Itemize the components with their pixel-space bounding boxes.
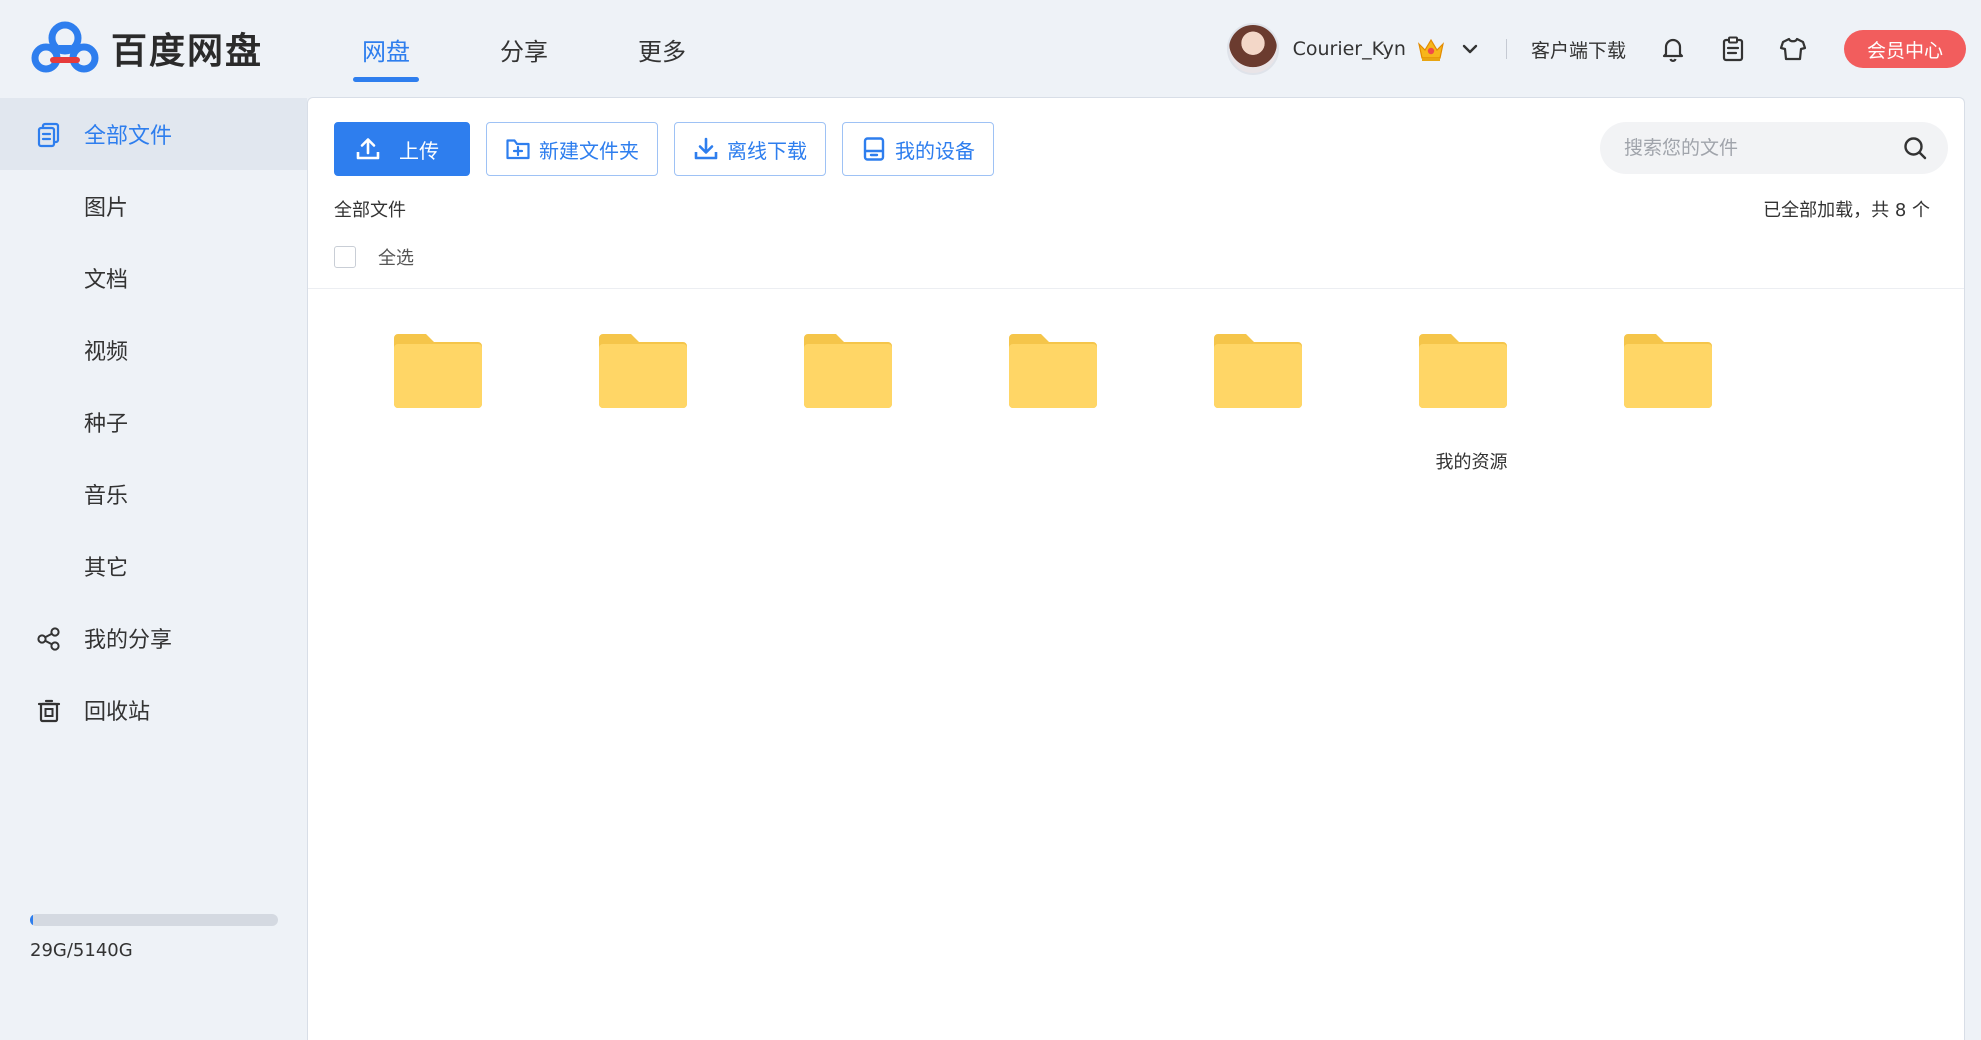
folder-name: 我的资源 — [1435, 452, 1508, 473]
sidebar-item-label: 我的分享 — [84, 628, 173, 653]
vip-crown-icon — [1417, 38, 1444, 61]
select-all-checkbox[interactable] — [334, 246, 356, 268]
sidebar-item-recycle-bin[interactable]: 回收站 — [0, 674, 307, 746]
folder-item[interactable] — [754, 334, 959, 472]
tab-netdisk[interactable]: 网盘 — [338, 0, 434, 98]
folder-icon — [598, 334, 687, 408]
chevron-down-icon[interactable] — [1460, 39, 1480, 59]
sidebar-item-label: 种子 — [84, 412, 129, 437]
username[interactable]: Courier_Kyn — [1293, 38, 1406, 60]
select-all-label: 全选 — [378, 248, 414, 269]
share-icon — [36, 626, 62, 652]
tab-more[interactable]: 更多 — [614, 0, 710, 98]
folder-icon — [803, 334, 892, 408]
sidebar-item-label: 文档 — [84, 268, 129, 293]
sidebar-item-label: 全部文件 — [84, 124, 173, 149]
folder-item[interactable]: 我的资源 — [1369, 334, 1574, 473]
skin-button[interactable] — [1778, 34, 1808, 64]
sidebar-item-label: 视频 — [84, 340, 129, 365]
sidebar-item-others[interactable]: 其它 — [0, 530, 307, 602]
folder-item[interactable] — [959, 334, 1164, 472]
offline-download-label: 离线下载 — [727, 138, 807, 163]
sidebar-item-label: 音乐 — [84, 484, 129, 509]
sidebar-item-label: 图片 — [84, 196, 129, 221]
select-all[interactable]: 全选 — [334, 244, 414, 270]
folder-icon — [1213, 334, 1302, 408]
folder-item[interactable] — [549, 334, 754, 472]
folder-icon — [1623, 334, 1712, 408]
storage-progress-fill — [30, 914, 33, 926]
logo[interactable]: 百度网盘 — [31, 20, 263, 76]
search-input[interactable] — [1624, 137, 1904, 159]
upload-button[interactable]: 上传 — [334, 122, 470, 176]
file-panel: 上传 新建文件夹 离线下载 我的设备 搜索您的文件 全部文件 已全部加载，共 8… — [307, 97, 1965, 1040]
device-icon — [863, 137, 885, 161]
folder-grid: 我的资源 — [344, 334, 1779, 473]
upload-label: 上传 — [399, 138, 439, 163]
notification-button[interactable] — [1658, 34, 1688, 64]
storage-progress-bar — [30, 914, 278, 926]
top-bar: 百度网盘 网盘 分享 更多 Courier_Kyn 客户端下载 会员中心 — [0, 0, 1981, 98]
sidebar-item-label: 回收站 — [84, 700, 151, 725]
bell-icon — [1662, 38, 1684, 62]
folder-item[interactable] — [1574, 334, 1779, 472]
baidu-netdisk-logo-icon — [31, 21, 99, 73]
tasks-button[interactable] — [1718, 34, 1748, 64]
folder-icon — [1008, 334, 1097, 408]
logo-text: 百度网盘 — [111, 31, 264, 72]
trash-icon — [36, 698, 62, 724]
divider — [1505, 39, 1507, 59]
storage-usage-text: 29G/5140G — [30, 940, 133, 961]
sidebar-item-images[interactable]: 图片 — [0, 170, 307, 242]
folder-icon — [393, 334, 482, 408]
sidebar-item-documents[interactable]: 文档 — [0, 242, 307, 314]
sidebar-item-music[interactable]: 音乐 — [0, 458, 307, 530]
user-area: Courier_Kyn 客户端下载 会员中心 — [1226, 0, 1981, 98]
tab-share[interactable]: 分享 — [476, 0, 572, 98]
upload-icon — [356, 138, 380, 160]
my-devices-label: 我的设备 — [895, 138, 975, 163]
tshirt-icon — [1779, 37, 1807, 61]
sidebar-item-label: 其它 — [84, 556, 129, 581]
sidebar-item-videos[interactable]: 视频 — [0, 314, 307, 386]
vip-center-button[interactable]: 会员中心 — [1843, 30, 1966, 68]
new-folder-label: 新建文件夹 — [539, 138, 639, 163]
folder-item[interactable] — [1164, 334, 1369, 472]
new-folder-button[interactable]: 新建文件夹 — [486, 122, 658, 176]
main-nav: 网盘 分享 更多 — [338, 0, 752, 98]
sidebar-item-my-shares[interactable]: 我的分享 — [0, 602, 307, 674]
sidebar-item-torrents[interactable]: 种子 — [0, 386, 307, 458]
avatar[interactable] — [1226, 23, 1279, 75]
breadcrumb[interactable]: 全部文件 — [334, 196, 406, 222]
folder-item[interactable] — [344, 334, 549, 472]
my-devices-button[interactable]: 我的设备 — [842, 122, 994, 176]
sidebar: 全部文件 图片 文档 视频 种子 音乐 其它 我的分享 回收站 29G/5140… — [0, 98, 307, 1040]
files-icon — [36, 122, 62, 148]
sidebar-item-all-files[interactable]: 全部文件 — [0, 98, 307, 170]
client-download-link[interactable]: 客户端下载 — [1531, 36, 1626, 63]
folder-icon — [1418, 334, 1507, 408]
clipboard-icon — [1722, 36, 1744, 62]
load-status: 已全部加载，共 8 个 — [1763, 200, 1930, 221]
download-icon — [694, 137, 718, 160]
search-box — [1600, 122, 1948, 174]
new-folder-icon — [506, 139, 530, 160]
offline-download-button[interactable]: 离线下载 — [674, 122, 826, 176]
toolbar: 上传 新建文件夹 离线下载 我的设备 — [334, 122, 994, 176]
divider — [308, 288, 1964, 289]
search-icon[interactable] — [1902, 135, 1928, 161]
